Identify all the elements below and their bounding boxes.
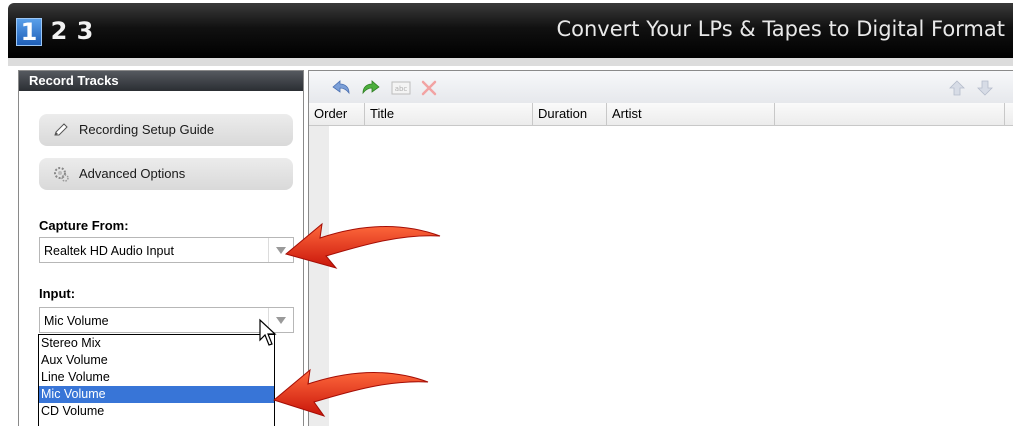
move-up-icon[interactable]: [947, 79, 967, 97]
column-header-extra[interactable]: [775, 103, 1005, 125]
column-header-order[interactable]: Order: [309, 103, 365, 125]
input-select[interactable]: Mic Volume: [39, 307, 294, 333]
dropdown-option-mic-volume[interactable]: Mic Volume: [39, 386, 274, 403]
page-title: Convert Your LPs & Tapes to Digital Form…: [556, 17, 1005, 41]
gear-icon: [54, 167, 69, 182]
header-divider: [8, 58, 1013, 66]
capture-from-label: Capture From:: [39, 218, 129, 233]
move-down-icon[interactable]: [975, 79, 995, 97]
track-table-header: Order Title Duration Artist: [309, 103, 1013, 126]
step-1-tab[interactable]: 1: [16, 18, 42, 46]
undo-icon[interactable]: [331, 79, 351, 97]
mouse-cursor-icon: [259, 318, 277, 346]
header-bar: 1 2 3 Convert Your LPs & Tapes to Digita…: [8, 3, 1013, 58]
input-label: Input:: [39, 286, 76, 301]
dropdown-option-aux-volume[interactable]: Aux Volume: [39, 352, 274, 369]
svg-text:abc: abc: [395, 85, 408, 93]
capture-from-value: Realtek HD Audio Input: [44, 244, 174, 258]
dropdown-option-stereo-mix[interactable]: Stereo Mix: [39, 335, 274, 352]
step-3-tab[interactable]: 3: [72, 16, 98, 46]
callout-arrow-capture: [284, 222, 441, 269]
advanced-options-label: Advanced Options: [79, 166, 186, 181]
recording-setup-guide-button[interactable]: Recording Setup Guide: [39, 114, 293, 146]
callout-arrow-input: [272, 368, 429, 417]
input-dropdown-list: Stereo Mix Aux Volume Line Volume Mic Vo…: [38, 334, 275, 426]
recording-setup-guide-label: Recording Setup Guide: [79, 122, 215, 137]
step-2-tab[interactable]: 2: [46, 16, 72, 46]
track-toolbar: abc: [309, 71, 1013, 103]
rename-icon[interactable]: abc: [391, 79, 411, 97]
column-header-title[interactable]: Title: [365, 103, 533, 125]
redo-icon[interactable]: [361, 79, 381, 97]
dropdown-option-cd-volume[interactable]: CD Volume: [39, 403, 274, 420]
pencil-icon: [54, 123, 68, 136]
column-header-duration[interactable]: Duration: [533, 103, 607, 125]
advanced-options-button[interactable]: Advanced Options: [39, 158, 293, 190]
panel-title: Record Tracks: [19, 71, 303, 91]
delete-icon[interactable]: [419, 79, 439, 97]
column-header-artist[interactable]: Artist: [607, 103, 775, 125]
capture-from-select[interactable]: Realtek HD Audio Input: [39, 237, 294, 263]
input-value: Mic Volume: [44, 314, 109, 328]
dropdown-option-line-volume[interactable]: Line Volume: [39, 369, 274, 386]
